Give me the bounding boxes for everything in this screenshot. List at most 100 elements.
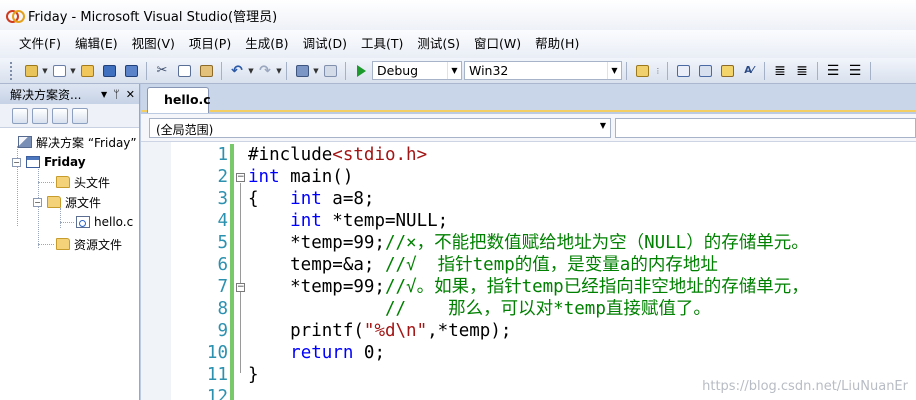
- find-in-files-icon[interactable]: [632, 61, 652, 81]
- toolbar-separator: [286, 61, 287, 80]
- navigate-forward-icon[interactable]: [320, 61, 340, 81]
- code-line: printf("%d\n",*temp);: [248, 320, 511, 342]
- indicator-margin: [141, 142, 171, 400]
- properties-icon[interactable]: [12, 107, 28, 124]
- refresh-icon[interactable]: [52, 107, 68, 124]
- toolbar-separator: [667, 61, 668, 80]
- project-icon: [26, 156, 40, 168]
- menu-edit[interactable]: 编辑(E): [68, 33, 125, 55]
- tree-item-project[interactable]: − Friday: [12, 152, 86, 172]
- open-folder-icon[interactable]: [77, 61, 97, 81]
- configuration-value: Debug: [377, 63, 419, 78]
- add-item-icon[interactable]: [49, 61, 69, 81]
- comment: //×，不能把数值赋给地址为空（NULL）的存储单元。: [384, 233, 809, 253]
- line-number: 1: [217, 145, 228, 165]
- show-all-files-icon[interactable]: [32, 107, 48, 124]
- member-select[interactable]: [615, 118, 916, 138]
- chevron-down-icon[interactable]: ▼: [70, 61, 76, 81]
- collapse-icon[interactable]: −: [12, 157, 21, 167]
- menu-test[interactable]: 测试(S): [410, 33, 467, 55]
- line-number: 8: [217, 299, 228, 319]
- toolbar-overflow-icon[interactable]: ⋮: [653, 61, 663, 81]
- collapse-region-icon[interactable]: −: [236, 283, 245, 292]
- chevron-down-icon: ▼: [599, 121, 606, 130]
- collapse-region-icon[interactable]: −: [236, 173, 245, 182]
- tree-item-label: 源文件: [65, 195, 102, 210]
- toolbar-separator: [626, 61, 627, 80]
- tree-item-hello-c[interactable]: hello.c: [76, 212, 133, 232]
- toolbar-separator: [764, 61, 765, 80]
- include-header: <stdio.h>: [332, 145, 428, 165]
- toolbox-icon[interactable]: A⁄: [739, 61, 759, 81]
- watermark: https://blog.csdn.net/LiuNuanEr: [702, 379, 908, 394]
- chevron-down-icon[interactable]: ▼: [248, 61, 254, 81]
- scope-select[interactable]: (全局范围) ▼: [149, 118, 611, 138]
- tree-item-resource-files[interactable]: 资源文件: [56, 234, 122, 254]
- solution-explorer-icon[interactable]: [673, 61, 693, 81]
- solution-explorer-header: 解决方案资... ▼ ᛘ ✕: [0, 84, 139, 104]
- editor-navigation-bar: (全局范围) ▼: [141, 114, 916, 142]
- preprocessor-directive: #include: [248, 145, 333, 165]
- decrease-indent-icon[interactable]: ≣: [770, 61, 790, 81]
- menu-view[interactable]: 视图(V): [125, 33, 182, 55]
- menu-build[interactable]: 生成(B): [238, 33, 295, 55]
- save-all-icon[interactable]: [121, 61, 141, 81]
- fold-guide: [240, 183, 241, 373]
- chevron-down-icon: ▼: [607, 62, 621, 79]
- line-number: 3: [217, 189, 228, 209]
- new-project-icon[interactable]: [21, 61, 41, 81]
- solution-configuration-select[interactable]: Debug ▼: [372, 61, 462, 80]
- undo-icon[interactable]: ↶: [227, 61, 247, 81]
- cut-icon[interactable]: ✂: [152, 61, 172, 81]
- tree-item-solution[interactable]: 解决方案 “Friday”: [18, 132, 137, 152]
- code-text: temp=&a;: [248, 255, 385, 275]
- tree-item-source-files[interactable]: − 源文件: [33, 192, 101, 212]
- object-browser-icon[interactable]: [717, 61, 737, 81]
- properties-icon[interactable]: [695, 61, 715, 81]
- navigate-backward-icon[interactable]: [292, 61, 312, 81]
- tree-item-label: Friday: [44, 155, 86, 169]
- c-source-file-icon: [76, 216, 90, 228]
- menu-window[interactable]: 窗口(W): [467, 33, 528, 55]
- menu-file[interactable]: 文件(F): [12, 33, 68, 55]
- change-tracking-bar: [230, 144, 234, 400]
- toolbar-grip[interactable]: [10, 61, 14, 80]
- code-text: }: [248, 365, 259, 385]
- code-editor[interactable]: 1 2 3 4 5 6 7 8 9 10 11 12 − − #include<…: [141, 142, 916, 400]
- collapse-icon[interactable]: −: [33, 197, 42, 207]
- toolbar-separator: [870, 61, 871, 80]
- tree-item-header-files[interactable]: 头文件: [56, 172, 110, 192]
- uncomment-lines-icon[interactable]: ☰: [845, 61, 865, 81]
- line-number: 9: [217, 321, 228, 341]
- chevron-down-icon[interactable]: ▼: [101, 90, 107, 99]
- line-number: 7: [217, 277, 228, 297]
- copy-icon[interactable]: [174, 61, 194, 81]
- tab-hello-c[interactable]: hello.c: [147, 87, 211, 113]
- redo-icon[interactable]: ↷: [255, 61, 275, 81]
- chevron-down-icon[interactable]: ▼: [313, 61, 319, 81]
- pin-icon[interactable]: ᛘ: [113, 88, 120, 101]
- close-icon[interactable]: ✕: [126, 88, 135, 101]
- save-icon[interactable]: [99, 61, 119, 81]
- comment-lines-icon[interactable]: ☰: [823, 61, 843, 81]
- menu-project[interactable]: 项目(P): [182, 33, 238, 55]
- code-line: *temp=99;//×，不能把数值赋给地址为空（NULL）的存储单元。: [248, 232, 809, 254]
- code-line: int *temp=NULL;: [248, 210, 448, 232]
- folder-open-icon: [47, 196, 61, 208]
- code-text: ,*temp);: [427, 321, 512, 341]
- chevron-down-icon[interactable]: ▼: [276, 61, 282, 81]
- menu-help[interactable]: 帮助(H): [528, 33, 586, 55]
- comment: // 那么，可以对*temp直接赋值了。: [384, 299, 711, 319]
- standard-toolbar: ▼ ▼ ✂ ↶ ▼ ↷ ▼ ▼ Debug ▼ Win32 ▼ ⋮ A⁄ ≣ ≣…: [0, 58, 916, 84]
- paste-icon[interactable]: [196, 61, 216, 81]
- chevron-down-icon[interactable]: ▼: [42, 61, 48, 81]
- increase-indent-icon[interactable]: ≣: [792, 61, 812, 81]
- solution-platform-select[interactable]: Win32 ▼: [464, 61, 622, 80]
- start-debugging-icon[interactable]: [351, 61, 371, 81]
- view-class-diagram-icon[interactable]: [72, 107, 88, 124]
- code-line: return 0;: [248, 342, 385, 364]
- menu-tools[interactable]: 工具(T): [354, 33, 410, 55]
- menu-debug[interactable]: 调试(D): [296, 33, 354, 55]
